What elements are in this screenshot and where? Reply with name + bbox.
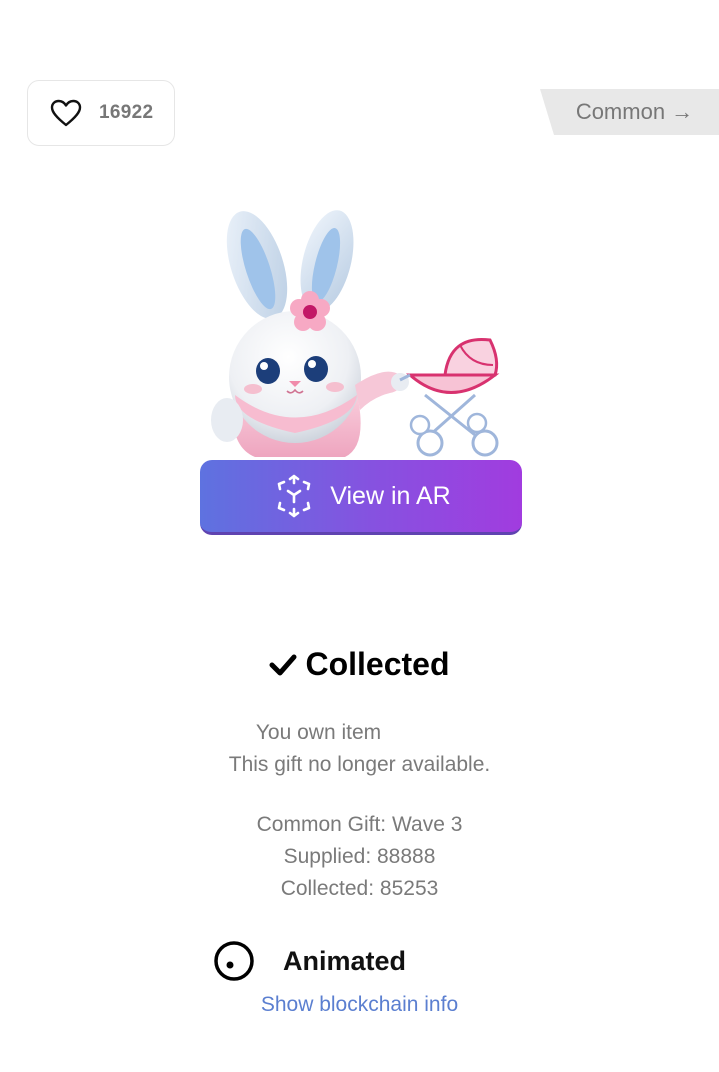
gift-illustration [195,205,525,470]
view-in-ar-button[interactable]: View in AR [200,460,522,535]
heart-outline-icon [50,99,82,127]
collected-status: Collected [0,646,719,683]
rarity-tag-common[interactable]: Common → [540,89,719,135]
availability-text: This gift no longer available. [228,753,491,776]
show-blockchain-info-link[interactable]: Show blockchain info [0,993,719,1017]
like-count: 16922 [99,102,154,123]
gift-detail-page: 16922 Common → View in AR Collected You … [0,0,719,1072]
like-button[interactable]: 16922 [27,80,175,146]
checkmark-icon [269,653,297,677]
animated-indicator-icon [213,940,255,982]
view-in-ar-label: View in AR [330,481,451,510]
gift-series-text: Common Gift: Wave 3 [256,813,463,836]
supplied-count-text: Supplied: 88888 [283,845,436,868]
own-item-text: You own item [255,721,382,744]
ar-cube-icon [271,473,317,519]
animated-indicator: Animated [213,940,406,982]
collected-count-text: Collected: 85253 [280,877,439,900]
animated-label: Animated [283,945,407,976]
collected-title: Collected [305,646,450,682]
